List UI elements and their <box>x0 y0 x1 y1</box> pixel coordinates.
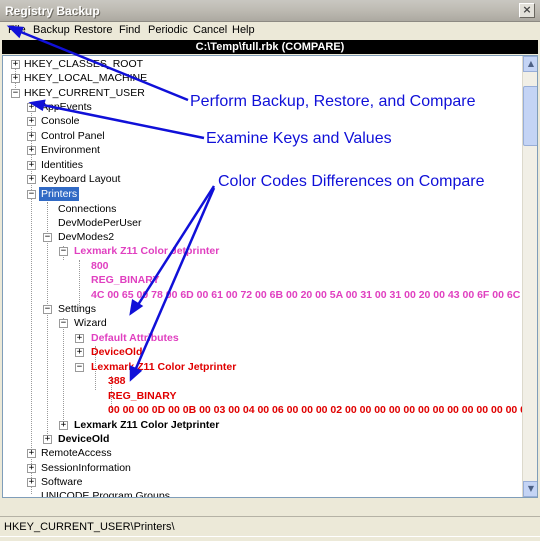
status-bar: HKEY_CURRENT_USER\Printers\ <box>0 516 540 536</box>
expand-icon[interactable]: + <box>27 117 36 126</box>
menu-file[interactable]: File <box>8 24 26 36</box>
tree-node-control-panel[interactable]: Control Panel <box>41 129 105 143</box>
menu-cancel[interactable]: Cancel <box>193 24 227 36</box>
expand-icon[interactable]: + <box>59 421 68 430</box>
tree-node-devmodes2[interactable]: DevModes2 <box>58 230 114 244</box>
tree-node-identities[interactable]: Identities <box>41 158 83 172</box>
collapse-icon[interactable]: − <box>11 89 20 98</box>
tree-node-settings[interactable]: Settings <box>58 302 96 316</box>
annotation-examine-keys: Examine Keys and Values <box>206 130 392 147</box>
expand-icon[interactable]: + <box>27 103 36 112</box>
annotation-color-codes: Color Codes Differences on Compare <box>218 173 485 190</box>
menu-bar: File Backup Restore Find Periodic Cancel… <box>0 22 540 40</box>
file-path-header: C:\Temp\full.rbk (COMPARE) <box>2 40 538 54</box>
collapse-icon[interactable]: − <box>75 363 84 372</box>
tree-value-type[interactable]: REG_BINARY <box>91 273 159 287</box>
tree-node-lexmark-different[interactable]: Lexmark Z11 Color Jetprinter <box>91 360 236 374</box>
tree-node-lexmark[interactable]: Lexmark Z11 Color Jetprinter <box>74 418 219 432</box>
expand-icon[interactable]: + <box>27 146 36 155</box>
tree-node-printers[interactable]: Printers <box>39 187 80 201</box>
tree-node-devmodeperuser[interactable]: DevModePerUser <box>58 216 141 230</box>
tree-node-keyboard-layout[interactable]: Keyboard Layout <box>41 172 120 186</box>
tree-node-deviceold-diff[interactable]: DeviceOld <box>91 345 142 359</box>
tree-node-console[interactable]: Console <box>41 114 80 128</box>
tree-connector <box>79 260 80 308</box>
tree-value-data[interactable]: 4C 00 65 00 78 00 6D 00 61 00 72 00 6B 0… <box>91 288 537 302</box>
expand-icon[interactable]: + <box>27 449 36 458</box>
expand-icon[interactable]: + <box>27 464 36 473</box>
window-title: Registry Backup <box>5 4 100 18</box>
expand-icon[interactable]: + <box>11 60 20 69</box>
menu-restore[interactable]: Restore <box>74 24 113 36</box>
window-bottom-edge <box>0 536 540 541</box>
tree-node-remote-access[interactable]: RemoteAccess <box>41 446 112 460</box>
expand-icon[interactable]: + <box>27 175 36 184</box>
tree-node-hkcr[interactable]: HKEY_CLASSES_ROOT <box>24 57 143 71</box>
tree-node-connections[interactable]: Connections <box>58 202 116 216</box>
registry-tree[interactable]: + HKEY_CLASSES_ROOT + HKEY_LOCAL_MACHINE… <box>2 55 538 498</box>
tree-node-hklm[interactable]: HKEY_LOCAL_MACHINE <box>24 71 147 85</box>
close-button[interactable]: × <box>519 3 535 18</box>
tree-node-session-information[interactable]: SessionInformation <box>41 461 131 475</box>
expand-icon[interactable]: + <box>11 74 20 83</box>
scroll-up-icon[interactable]: ▲ <box>523 56 537 72</box>
collapse-icon[interactable]: − <box>59 319 68 328</box>
collapse-icon[interactable]: − <box>43 233 52 242</box>
tree-node-software[interactable]: Software <box>41 475 82 489</box>
expand-icon[interactable]: + <box>43 435 52 444</box>
tree-node-unicode[interactable]: UNICODE Program Groups <box>41 489 170 497</box>
menu-periodic[interactable]: Periodic <box>148 24 188 36</box>
expand-icon[interactable]: + <box>75 334 84 343</box>
tree-node-hkcu[interactable]: HKEY_CURRENT_USER <box>24 86 145 100</box>
tree-node-environment[interactable]: Environment <box>41 143 100 157</box>
scroll-down-icon[interactable]: ▼ <box>523 481 537 497</box>
annotation-backup-restore-compare: Perform Backup, Restore, and Compare <box>190 93 476 110</box>
vertical-scrollbar[interactable]: ▲ ▼ <box>522 56 537 497</box>
tree-value-type[interactable]: REG_BINARY <box>108 389 176 403</box>
tree-node-lexmark-changed[interactable]: Lexmark Z11 Color Jetprinter <box>74 244 219 258</box>
tree-node-appevents[interactable]: AppEvents <box>41 100 92 114</box>
title-bar: Registry Backup × <box>0 0 540 22</box>
expand-icon[interactable]: + <box>27 161 36 170</box>
tree-node-deviceold[interactable]: DeviceOld <box>58 432 109 446</box>
expand-icon[interactable]: + <box>27 132 36 141</box>
tree-connector <box>63 318 64 424</box>
tree-value-size[interactable]: 800 <box>91 259 109 273</box>
collapse-icon[interactable]: − <box>43 305 52 314</box>
collapse-icon[interactable]: − <box>27 190 36 199</box>
collapse-icon[interactable]: − <box>59 247 68 256</box>
menu-find[interactable]: Find <box>119 24 140 36</box>
tree-node-wizard[interactable]: Wizard <box>74 316 107 330</box>
scroll-thumb[interactable] <box>523 86 537 146</box>
expand-icon[interactable]: + <box>75 348 84 357</box>
expand-icon[interactable]: + <box>27 478 36 487</box>
tree-value-data[interactable]: 00 00 00 0D 00 0B 00 03 00 04 00 06 00 0… <box>108 403 537 417</box>
menu-help[interactable]: Help <box>232 24 255 36</box>
menu-backup[interactable]: Backup <box>33 24 70 36</box>
tree-value-size[interactable]: 388 <box>108 374 126 388</box>
tree-node-default-attributes[interactable]: Default Attributes <box>91 331 179 345</box>
